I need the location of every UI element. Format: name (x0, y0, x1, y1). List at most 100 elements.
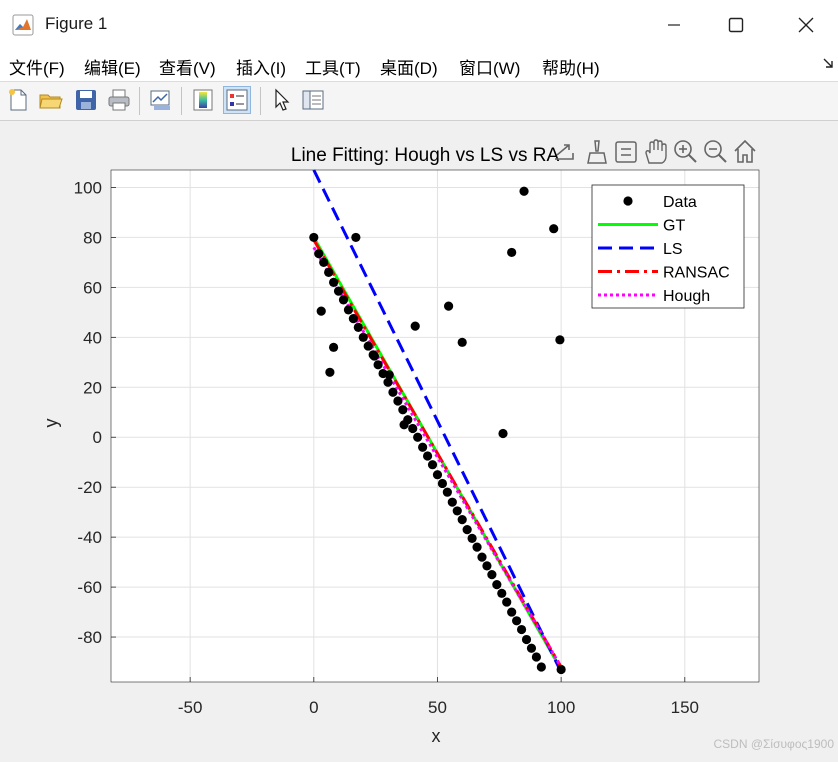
data-point (555, 335, 565, 345)
zoom-in-icon[interactable] (674, 140, 697, 163)
data-point (516, 624, 527, 635)
y-tick-label: 60 (83, 278, 102, 297)
minimize-button[interactable] (642, 0, 706, 50)
data-point (388, 387, 398, 397)
y-tick-label: -40 (77, 528, 102, 547)
pan-hand-icon[interactable] (645, 139, 667, 164)
axes-toolbar (555, 139, 756, 164)
data-point (353, 322, 363, 332)
menu-file[interactable]: 文件(F) (9, 54, 65, 79)
zoom-out-icon[interactable] (704, 140, 727, 163)
property-inspector-icon[interactable] (300, 87, 326, 113)
menu-view[interactable]: 查看(V) (159, 54, 216, 79)
x-tick-label: -50 (178, 698, 203, 717)
data-point (432, 470, 443, 480)
y-tick-label: -80 (77, 628, 102, 647)
data-point (363, 341, 373, 351)
data-point (444, 301, 454, 311)
data-point (338, 295, 349, 305)
data-point (324, 267, 334, 277)
new-figure-icon[interactable] (5, 87, 31, 113)
data-point (427, 460, 438, 470)
data-point (452, 506, 462, 516)
data-point (333, 286, 344, 296)
legend-label-ransac: RANSAC (663, 265, 730, 282)
x-tick-label: 100 (547, 698, 575, 717)
data-point (384, 370, 394, 380)
data-point (536, 662, 546, 672)
close-icon (798, 17, 814, 33)
link-plot-icon[interactable] (148, 87, 174, 113)
data-point (398, 405, 408, 415)
legend-label-ls: LS (663, 241, 683, 258)
menu-edit[interactable]: 编辑(E) (84, 54, 141, 79)
y-tick-label: 100 (74, 178, 102, 197)
legend-marker-data (623, 196, 633, 206)
data-point (507, 607, 517, 617)
legend-label-gt: GT (663, 218, 685, 235)
open-file-icon[interactable] (38, 87, 64, 113)
print-icon[interactable] (106, 87, 132, 113)
datatip-icon[interactable] (615, 141, 637, 163)
matlab-icon (12, 14, 34, 36)
menu-bar: 文件(F) 编辑(E) 查看(V) 插入(I) 工具(T) 桌面(D) 窗口(W… (0, 50, 838, 82)
brush-icon[interactable] (587, 140, 607, 164)
data-point (462, 525, 472, 535)
maximize-icon (728, 17, 744, 33)
y-tick-label: -60 (77, 578, 102, 597)
data-point (316, 306, 326, 316)
data-point (358, 332, 368, 342)
line-fitting-chart[interactable]: -50 0 50 100 150 100 80 60 40 20 0 -20 -40 -60 -80 Lin… (0, 121, 838, 757)
data-point (418, 442, 428, 452)
data-point (507, 247, 517, 258)
home-icon[interactable] (734, 139, 756, 163)
data-point (373, 360, 383, 370)
maximize-button[interactable] (704, 0, 768, 50)
dock-arrow-icon[interactable] (822, 57, 834, 69)
data-point (487, 570, 497, 580)
x-tick-label: 150 (671, 698, 699, 717)
minimize-icon (668, 24, 680, 26)
data-point (457, 515, 467, 525)
data-point (319, 257, 329, 268)
data-point (408, 423, 418, 434)
data-point (348, 314, 358, 324)
data-point (512, 616, 522, 626)
data-point (343, 305, 354, 315)
data-point (519, 186, 529, 196)
data-point (314, 249, 324, 259)
data-point (442, 487, 452, 497)
data-point (309, 232, 319, 243)
legend-icon[interactable] (223, 86, 251, 114)
edit-plot-icon[interactable] (268, 87, 294, 113)
data-point (556, 664, 566, 675)
close-button[interactable] (774, 0, 838, 50)
data-point (526, 643, 537, 653)
data-point (328, 342, 339, 352)
save-icon[interactable] (73, 87, 99, 113)
data-point (369, 351, 380, 361)
toolbar-separator (181, 87, 182, 115)
data-point (498, 428, 508, 439)
y-tick-label: 0 (93, 428, 102, 447)
colorbar-icon[interactable] (190, 87, 216, 113)
menu-insert[interactable]: 插入(I) (236, 54, 286, 79)
data-point (472, 542, 482, 552)
data-point (549, 224, 559, 234)
data-point (447, 497, 457, 507)
chart-legend[interactable]: Data GT LS RANSAC Hough (591, 184, 745, 309)
figure-canvas: -50 0 50 100 150 100 80 60 40 20 0 -20 -40 -60 -80 Lin… (0, 121, 838, 757)
menu-tools[interactable]: 工具(T) (305, 54, 361, 79)
data-point (531, 652, 542, 662)
figure-toolbar (0, 82, 838, 121)
x-axis-label: x (432, 726, 441, 746)
data-point (521, 634, 532, 645)
data-point (399, 420, 409, 430)
menu-help[interactable]: 帮助(H) (542, 54, 600, 79)
menu-window[interactable]: 窗口(W) (459, 54, 520, 79)
x-tick-label: 0 (309, 698, 318, 717)
data-point (393, 396, 403, 406)
menu-desktop[interactable]: 桌面(D) (380, 54, 438, 79)
window-title: Figure 1 (45, 14, 108, 33)
data-point (457, 337, 467, 347)
